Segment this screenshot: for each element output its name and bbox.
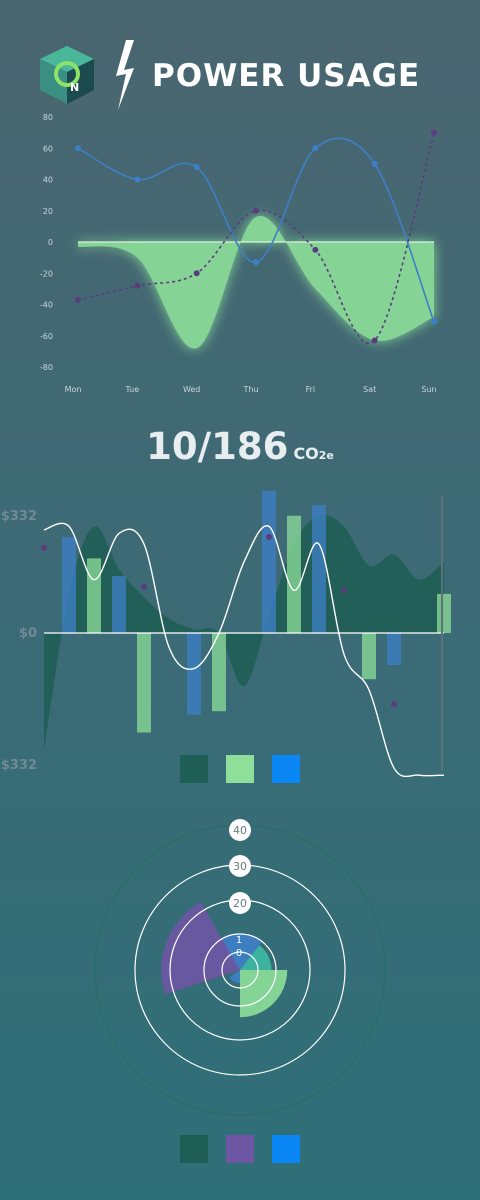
- y-tick-label: 0: [48, 238, 53, 247]
- x-tick-label: Wed: [183, 385, 200, 394]
- co2-metric: 10/186 CO2e: [0, 425, 480, 468]
- legend-swatch-blue[interactable]: [272, 755, 300, 783]
- polar-chart-legend: [0, 1135, 480, 1163]
- r-tick-label: 30: [233, 860, 247, 873]
- bar[interactable]: [112, 576, 126, 633]
- lightning-bolt-icon: [116, 40, 134, 110]
- x-tick-label: Tue: [124, 385, 139, 394]
- data-point[interactable]: [193, 270, 200, 277]
- data-point[interactable]: [253, 259, 259, 266]
- x-tick-label: Thu: [242, 385, 258, 394]
- bar[interactable]: [437, 593, 451, 633]
- data-point[interactable]: [134, 176, 141, 183]
- r-tick-label: 0: [236, 948, 242, 959]
- cube-logo-icon: N: [40, 46, 94, 104]
- bar[interactable]: [137, 633, 151, 733]
- metric-value: 10/186: [146, 425, 289, 468]
- r-tick-label: 20: [233, 897, 247, 910]
- x-tick-label: Sun: [421, 385, 436, 394]
- data-point[interactable]: [141, 583, 147, 590]
- polar-area-chart: 40302010: [94, 819, 386, 1116]
- data-point[interactable]: [41, 544, 47, 551]
- x-tick-label: Mon: [65, 385, 82, 394]
- legend-swatch-dark-green[interactable]: [180, 1135, 208, 1163]
- y-tick-label: -60: [40, 332, 53, 341]
- logo-letter: N: [70, 81, 79, 94]
- page-title: POWER USAGE: [152, 58, 421, 94]
- y-tick-label: 60: [43, 144, 53, 153]
- power-line-chart: 80 60 40 20 0 -20 -40 -60 -80 Mon Tue Wed Thu Fri Sat…: [40, 113, 437, 394]
- data-point[interactable]: [431, 318, 437, 325]
- r-tick-label: 1: [236, 935, 242, 946]
- y-tick-label: -40: [40, 301, 53, 310]
- data-point[interactable]: [431, 129, 437, 136]
- bar[interactable]: [187, 633, 201, 715]
- legend-swatch-green[interactable]: [226, 755, 254, 783]
- legend-swatch-blue[interactable]: [272, 1135, 300, 1163]
- area-series: [78, 215, 434, 349]
- data-point[interactable]: [312, 145, 319, 152]
- y-tick-label: -80: [40, 363, 53, 372]
- y-tick-label: -20: [40, 269, 53, 278]
- legend-swatch-violet[interactable]: [226, 1135, 254, 1163]
- polar-slice[interactable]: [240, 970, 288, 1018]
- bar[interactable]: [212, 633, 226, 712]
- bar[interactable]: [387, 633, 401, 665]
- x-tick-label: Fri: [306, 385, 316, 394]
- y-tick-label: 20: [43, 207, 53, 216]
- data-point[interactable]: [75, 145, 81, 152]
- y-axis-label: $0: [19, 626, 37, 641]
- data-point[interactable]: [371, 160, 378, 167]
- data-point[interactable]: [312, 246, 319, 253]
- bar[interactable]: [87, 558, 101, 633]
- combo-chart-legend: [0, 755, 480, 783]
- bar[interactable]: [262, 490, 276, 633]
- bar[interactable]: [362, 633, 376, 680]
- y-tick-label: 80: [43, 113, 53, 122]
- data-point[interactable]: [193, 164, 200, 170]
- data-point[interactable]: [266, 534, 272, 541]
- bar[interactable]: [62, 537, 76, 633]
- data-point[interactable]: [391, 701, 397, 708]
- bar[interactable]: [287, 515, 301, 633]
- data-point[interactable]: [371, 337, 378, 344]
- metric-unit-subscript: 2e: [318, 449, 334, 462]
- data-point[interactable]: [341, 587, 347, 594]
- data-point[interactable]: [75, 296, 81, 303]
- r-tick-label: 40: [233, 824, 247, 837]
- data-point[interactable]: [253, 207, 259, 214]
- bar[interactable]: [312, 505, 326, 633]
- legend-swatch-dark-green[interactable]: [180, 755, 208, 783]
- y-axis-label: $332: [1, 509, 37, 524]
- metric-unit: CO: [293, 444, 319, 463]
- y-tick-label: 40: [43, 176, 53, 185]
- cost-combo-chart: $332$0$332: [1, 490, 451, 778]
- x-tick-label: Sat: [363, 385, 376, 394]
- data-point[interactable]: [134, 282, 141, 289]
